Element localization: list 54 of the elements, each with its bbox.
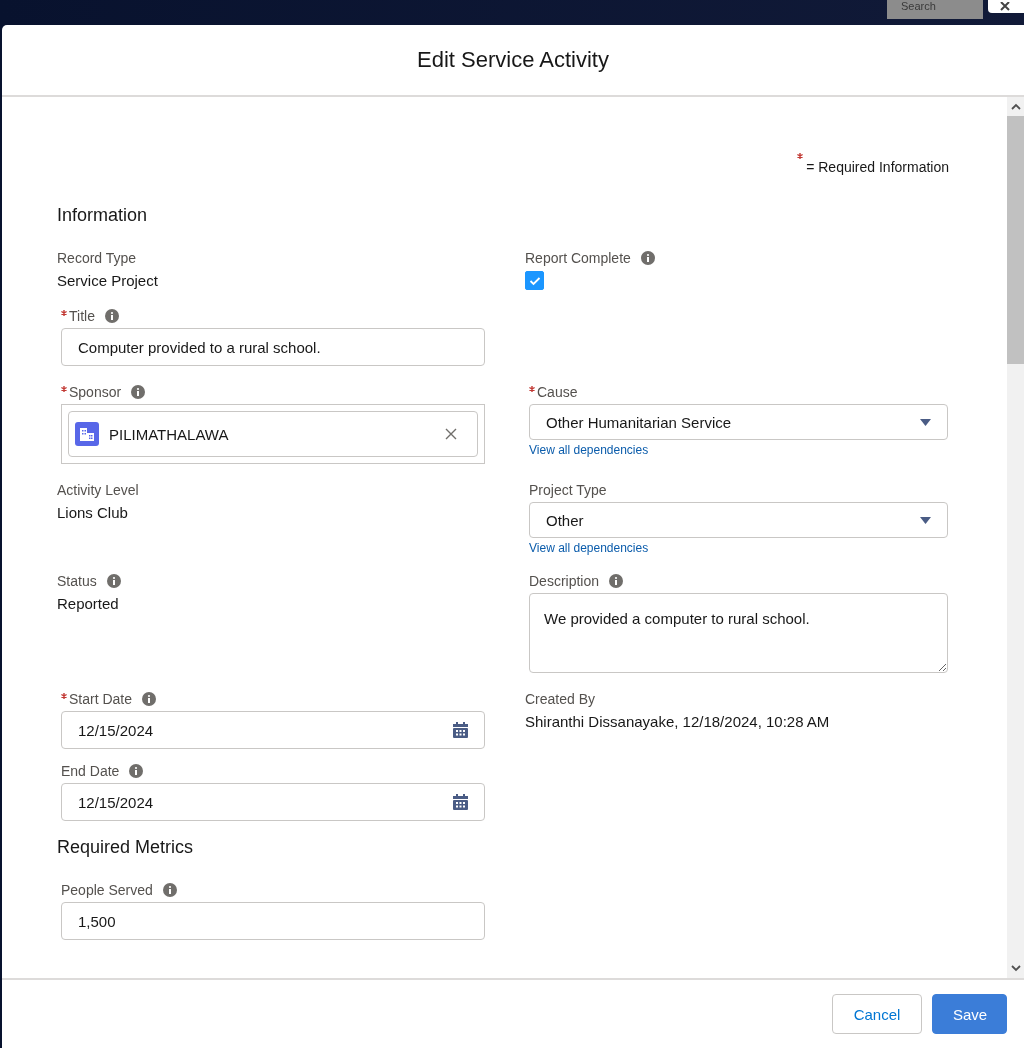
check-icon [528, 275, 541, 286]
building-icon [75, 422, 99, 446]
field-label: Description [529, 573, 600, 589]
save-button[interactable]: Save [932, 994, 1007, 1034]
field-label: Status [57, 573, 97, 589]
scrollbar[interactable] [1007, 97, 1024, 978]
field-label: Cause [537, 384, 578, 400]
field-label: Created By [525, 691, 596, 707]
field-value: Shiranthi Dissanayake, 12/18/2024, 10:28 AM [525, 713, 831, 730]
field-label: Activity Level [57, 482, 139, 498]
date-field[interactable]: 12/15/2024 [61, 783, 485, 821]
info-icon[interactable] [609, 574, 624, 588]
field-label: Project Type [529, 482, 607, 498]
section-heading: Required Metrics [57, 837, 195, 858]
info-icon[interactable] [104, 309, 119, 323]
date-field[interactable]: 12/15/2024 [61, 711, 485, 749]
field-value: Reported [57, 595, 120, 612]
text-input-field[interactable]: Computer provided to a rural school. [61, 328, 485, 366]
field-label: End Date [61, 763, 120, 779]
field-label: Start Date [69, 691, 133, 707]
lookup-field[interactable]: PILIMATHALAWA [68, 411, 478, 457]
view-dependencies-link[interactable]: View all dependencies [529, 541, 649, 555]
description-field[interactable]: We provided a computer to rural school. [529, 593, 948, 673]
info-icon[interactable] [129, 764, 144, 778]
caret-down-icon [920, 516, 931, 524]
report-complete-checkbox[interactable] [525, 271, 544, 290]
scrollbar-thumb[interactable] [1007, 116, 1024, 364]
required-asterisk-icon [797, 153, 804, 159]
calendar-icon[interactable] [453, 794, 468, 810]
info-icon[interactable] [131, 385, 146, 399]
picklist-field[interactable]: Other [529, 502, 948, 538]
info-icon[interactable] [640, 251, 655, 265]
info-icon[interactable] [106, 574, 121, 588]
info-icon[interactable] [162, 883, 177, 897]
info-icon[interactable] [142, 692, 157, 706]
picklist-field[interactable]: Other Humanitarian Service [529, 404, 948, 440]
scroll-down-icon[interactable] [1010, 965, 1021, 972]
scroll-up-icon[interactable] [1010, 103, 1021, 110]
field-label: Title [69, 308, 95, 324]
text-input-field[interactable]: 1,500 [61, 902, 485, 940]
clear-icon[interactable] [445, 428, 457, 440]
field-label: Report Complete [525, 250, 631, 266]
field-value: Lions Club [57, 504, 129, 521]
section-heading: Information [57, 205, 149, 226]
cancel-button[interactable]: Cancel [832, 994, 922, 1034]
field-label: Record Type [57, 250, 137, 266]
field-label: Sponsor [69, 384, 122, 400]
view-dependencies-link[interactable]: View all dependencies [529, 443, 649, 457]
required-legend: = Required Information [806, 159, 949, 175]
modal-title: Edit Service Activity [417, 47, 609, 73]
caret-down-icon [920, 418, 931, 426]
calendar-icon[interactable] [453, 722, 468, 738]
field-value: Service Project [57, 272, 159, 289]
field-label: People Served [61, 882, 153, 898]
